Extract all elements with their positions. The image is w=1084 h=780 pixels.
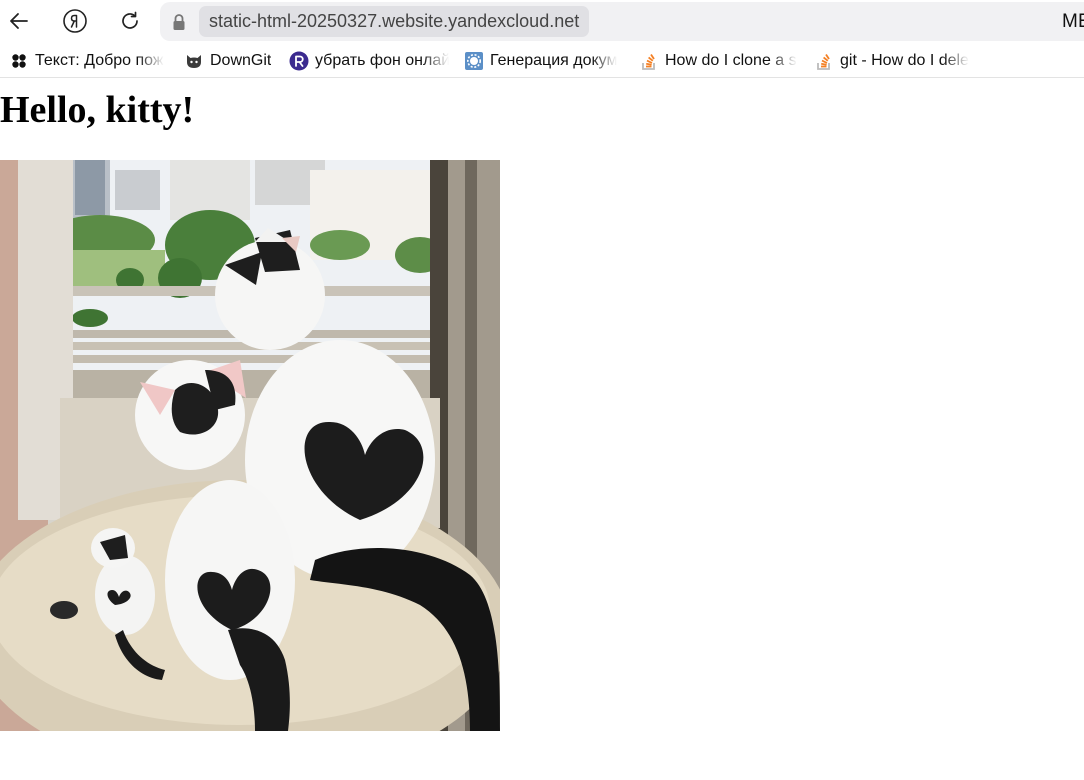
bookmark-text-dobro[interactable]: Текст: Добро пож xyxy=(9,50,169,72)
cats-photo xyxy=(0,160,500,731)
arrow-left-icon xyxy=(10,13,28,29)
back-button[interactable] xyxy=(4,6,34,36)
github-icon xyxy=(184,51,204,71)
address-bar[interactable]: static-html-20250327.website.yandexcloud… xyxy=(160,2,1084,41)
reload-button[interactable] xyxy=(115,6,145,36)
browser-toolbar: static-html-20250327.website.yandexcloud… xyxy=(0,0,1084,42)
page-heading: Hello, kitty! xyxy=(0,89,195,131)
bookmark-label: How do I clone a s xyxy=(665,52,797,69)
clover-icon xyxy=(9,51,29,71)
bookmarks-bar: Текст: Добро пож DownGit убрать фон онла… xyxy=(0,44,1084,78)
bookmark-label: DownGit xyxy=(210,52,272,69)
bookmark-label: убрать фон онлай xyxy=(315,52,449,69)
bookmark-remove-bg[interactable]: убрать фон онлай xyxy=(289,50,449,72)
yandex-logo-icon xyxy=(63,9,87,33)
bookmark-label: Текст: Добро пож xyxy=(35,52,164,69)
bookmark-label: Генерация докум xyxy=(490,52,618,69)
bookmark-label: git - How do I dele xyxy=(840,52,969,69)
yandex-button[interactable] xyxy=(60,6,90,36)
stackoverflow-icon xyxy=(639,51,659,71)
lock-icon[interactable] xyxy=(171,13,187,31)
image-gear-icon xyxy=(464,51,484,71)
url-text[interactable]: static-html-20250327.website.yandexcloud… xyxy=(199,6,590,37)
bookmark-git-delete[interactable]: git - How do I dele xyxy=(814,50,974,72)
bookmark-how-clone[interactable]: How do I clone a s xyxy=(639,50,799,72)
bookmark-downgit[interactable]: DownGit xyxy=(184,50,279,72)
r-logo-icon xyxy=(289,51,309,71)
stackoverflow-icon xyxy=(814,51,834,71)
bookmark-doc-generation[interactable]: Генерация докум xyxy=(464,50,624,72)
reload-icon xyxy=(122,11,138,29)
page-tab-title: MEAOW xyxy=(1062,10,1084,32)
